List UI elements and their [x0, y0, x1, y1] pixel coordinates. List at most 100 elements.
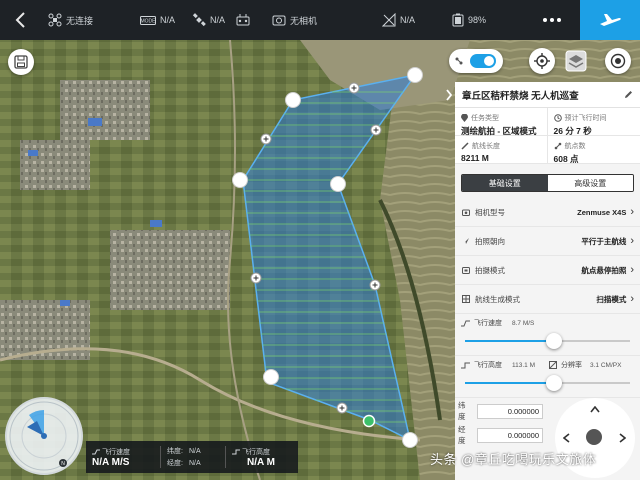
altitude-icon [232, 449, 240, 454]
flight-mode: MODE N/A [140, 0, 175, 40]
ellipsis-icon [543, 18, 561, 22]
latitude-row: 纬度 [455, 401, 555, 421]
back-button[interactable] [0, 0, 40, 40]
signal-icon [382, 13, 396, 27]
gps-status: N/A [192, 0, 225, 40]
add-vertex-icon[interactable] [370, 124, 382, 136]
start-point-marker[interactable] [362, 414, 376, 428]
route-length-stat: 航线长度 8211 M [455, 136, 548, 164]
more-button[interactable] [530, 0, 574, 40]
altitude-label: 飞行高度 [474, 362, 502, 369]
ruler-icon [461, 142, 469, 150]
chevron-right-icon [446, 89, 453, 101]
locate-button[interactable] [529, 48, 555, 74]
battery-status: 98% [452, 0, 486, 40]
area-vertex-handle[interactable] [330, 176, 346, 192]
battery-icon [452, 13, 464, 27]
telemetry-bar: 飞行速度 N/A M/S 纬度: N/A 经度: N/A 飞行高度 N/A M [86, 441, 298, 473]
add-vertex-icon[interactable] [260, 133, 272, 145]
speed-setting: 飞行速度 8.7 M/S [455, 314, 640, 356]
speed-icon [92, 449, 100, 454]
remote-controller-icon [236, 14, 250, 26]
record-button[interactable] [605, 48, 631, 74]
watermark: 头条 @章丘吃喝玩乐文旅体 [430, 452, 597, 467]
signal-text: N/A [400, 15, 416, 25]
save-button[interactable] [8, 49, 34, 75]
map-layer-toggle[interactable] [449, 49, 503, 73]
connection-text: 无连接 [66, 15, 94, 26]
area-vertex-handle[interactable] [263, 369, 279, 385]
shooting-mode-row[interactable]: 拍摄模式 航点悬停拍照 › [455, 256, 640, 285]
chevron-right-icon: › [630, 206, 634, 218]
rc-status [236, 0, 250, 40]
shooting-mode-icon [462, 266, 470, 274]
latitude-input[interactable] [477, 403, 543, 419]
signal-status: N/A [382, 0, 415, 40]
panel-header: 章丘区秸秆禁烧 无人机巡查 [455, 82, 640, 108]
gps-text: N/A [210, 15, 226, 25]
satellite-icon [192, 13, 206, 27]
flight-time-stat: 预计飞行时间 26 分 7 秒 [547, 108, 640, 136]
center-dot-icon [585, 428, 603, 449]
pencil-icon[interactable] [624, 90, 633, 99]
area-vertex-handle[interactable] [285, 92, 301, 108]
waypoints-icon [554, 142, 561, 150]
camera-small-icon [462, 209, 470, 216]
clock-icon [553, 114, 562, 122]
camera-model-row[interactable]: 相机型号 Zenmuse X4S › [455, 198, 640, 227]
chevron-right-icon: › [630, 235, 634, 247]
tab-basic-settings[interactable]: 基础设置 [462, 175, 548, 191]
tab-advanced-settings[interactable]: 高级设置 [547, 175, 633, 191]
add-vertex-icon[interactable] [348, 82, 360, 94]
collapse-panel-button[interactable] [443, 86, 455, 104]
mission-type-stat: 任务类型 测绘航拍 - 区域模式 [455, 108, 548, 136]
telemetry-coordinates: 纬度: N/A 经度: N/A [167, 447, 201, 468]
chevron-up-icon[interactable] [590, 402, 600, 416]
add-vertex-icon[interactable] [250, 272, 262, 284]
layers-icon [565, 50, 587, 72]
longitude-input[interactable] [477, 427, 543, 443]
target-icon [610, 53, 626, 69]
latitude-label: 纬度 [458, 401, 466, 421]
telemetry-altitude: 飞行高度 N/A M [226, 441, 296, 473]
status-bar: 无连接 MODE N/A N/A 无相机 N/A 98% [0, 0, 640, 40]
village-area [110, 230, 230, 310]
add-vertex-icon[interactable] [369, 279, 381, 291]
telemetry-speed: 飞行速度 N/A M/S [92, 448, 130, 468]
mission-stats: 任务类型 测绘航拍 - 区域模式 预计飞行时间 26 分 7 秒 航线长度 82… [455, 108, 640, 164]
area-vertex-handle[interactable] [407, 67, 423, 83]
village-area [20, 140, 90, 190]
resolution-icon [549, 361, 558, 369]
crosshair-icon [534, 53, 550, 69]
toggle-switch[interactable] [470, 54, 496, 68]
waypoints-stat: 航点数 608 点 [547, 136, 640, 164]
area-vertex-handle[interactable] [232, 172, 248, 188]
compass-radar[interactable]: N [5, 397, 83, 475]
camera-status: 无相机 [272, 0, 317, 40]
waypoint-visibility-icon [455, 57, 463, 65]
area-vertex-handle[interactable] [402, 432, 418, 448]
chevron-right-icon[interactable] [619, 432, 627, 446]
speed-slider[interactable] [465, 333, 630, 349]
altitude-slider-handle[interactable] [546, 375, 563, 391]
chevron-left-icon[interactable] [562, 432, 570, 446]
longitude-row: 经度 [455, 425, 555, 445]
altitude-value: 113.1 M [512, 361, 536, 369]
floppy-disk-icon [14, 55, 28, 69]
airplane-icon [600, 14, 621, 26]
altitude-slider[interactable] [465, 375, 630, 391]
drone-icon [48, 13, 62, 27]
battery-text: 98% [468, 15, 487, 25]
connection-status: 无连接 [48, 0, 93, 40]
speed-slider-handle[interactable] [546, 333, 563, 349]
route-mode-row[interactable]: 航线生成模式 扫描模式 › [455, 285, 640, 314]
resolution-value: 3.1 CM/PX [590, 361, 622, 369]
map-style-button[interactable] [563, 48, 589, 74]
fly-button[interactable] [580, 0, 640, 40]
photo-orientation-row[interactable]: 拍照朝向 平行于主航线 › [455, 227, 640, 256]
altitude-setting: 飞行高度 113.1 M 分辨率 3.1 CM/PX [455, 356, 640, 398]
speed-icon [461, 320, 470, 326]
camera-icon [272, 15, 286, 26]
add-vertex-icon[interactable] [336, 402, 348, 414]
svg-text:N: N [61, 461, 65, 467]
